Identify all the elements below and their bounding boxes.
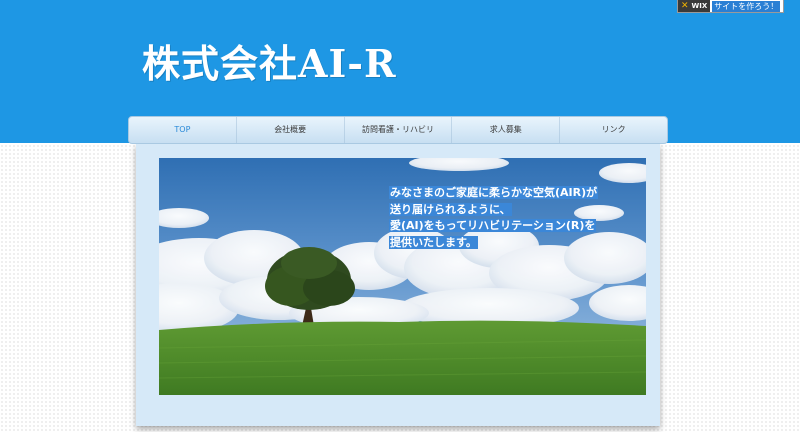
nav-item-top[interactable]: TOP [129,117,237,143]
tagline-line: 愛(AI)をもってリハビリテーション(R)を [389,219,597,232]
nav-item-company[interactable]: 会社概要 [237,117,345,143]
site-title: 株式会社AI-R [142,41,397,86]
hero-tagline: みなさまのご家庭に柔らかな空気(AIR)が 送り届けられるように、 愛(AI)を… [389,185,629,251]
close-icon[interactable]: ✕ [681,1,689,11]
tagline-line: 送り届けられるように、 [389,202,512,216]
tagline-line: みなさまのご家庭に柔らかな空気(AIR)が [389,186,599,199]
main-nav: TOP 会社概要 訪問看護・リハビリ 求人募集 リンク [128,116,668,144]
wix-promo-label[interactable]: サイトを作ろう！ [712,0,781,12]
wix-promo-badge[interactable]: ✕ WIX サイトを作ろう！ [677,0,785,13]
nav-item-links[interactable]: リンク [560,117,667,143]
wix-logo: ✕ WIX [678,0,711,12]
nav-item-recruit[interactable]: 求人募集 [452,117,561,143]
tagline-line: 提供いたします。 [389,235,478,249]
nav-item-home-nursing[interactable]: 訪問看護・リハビリ [345,117,453,143]
